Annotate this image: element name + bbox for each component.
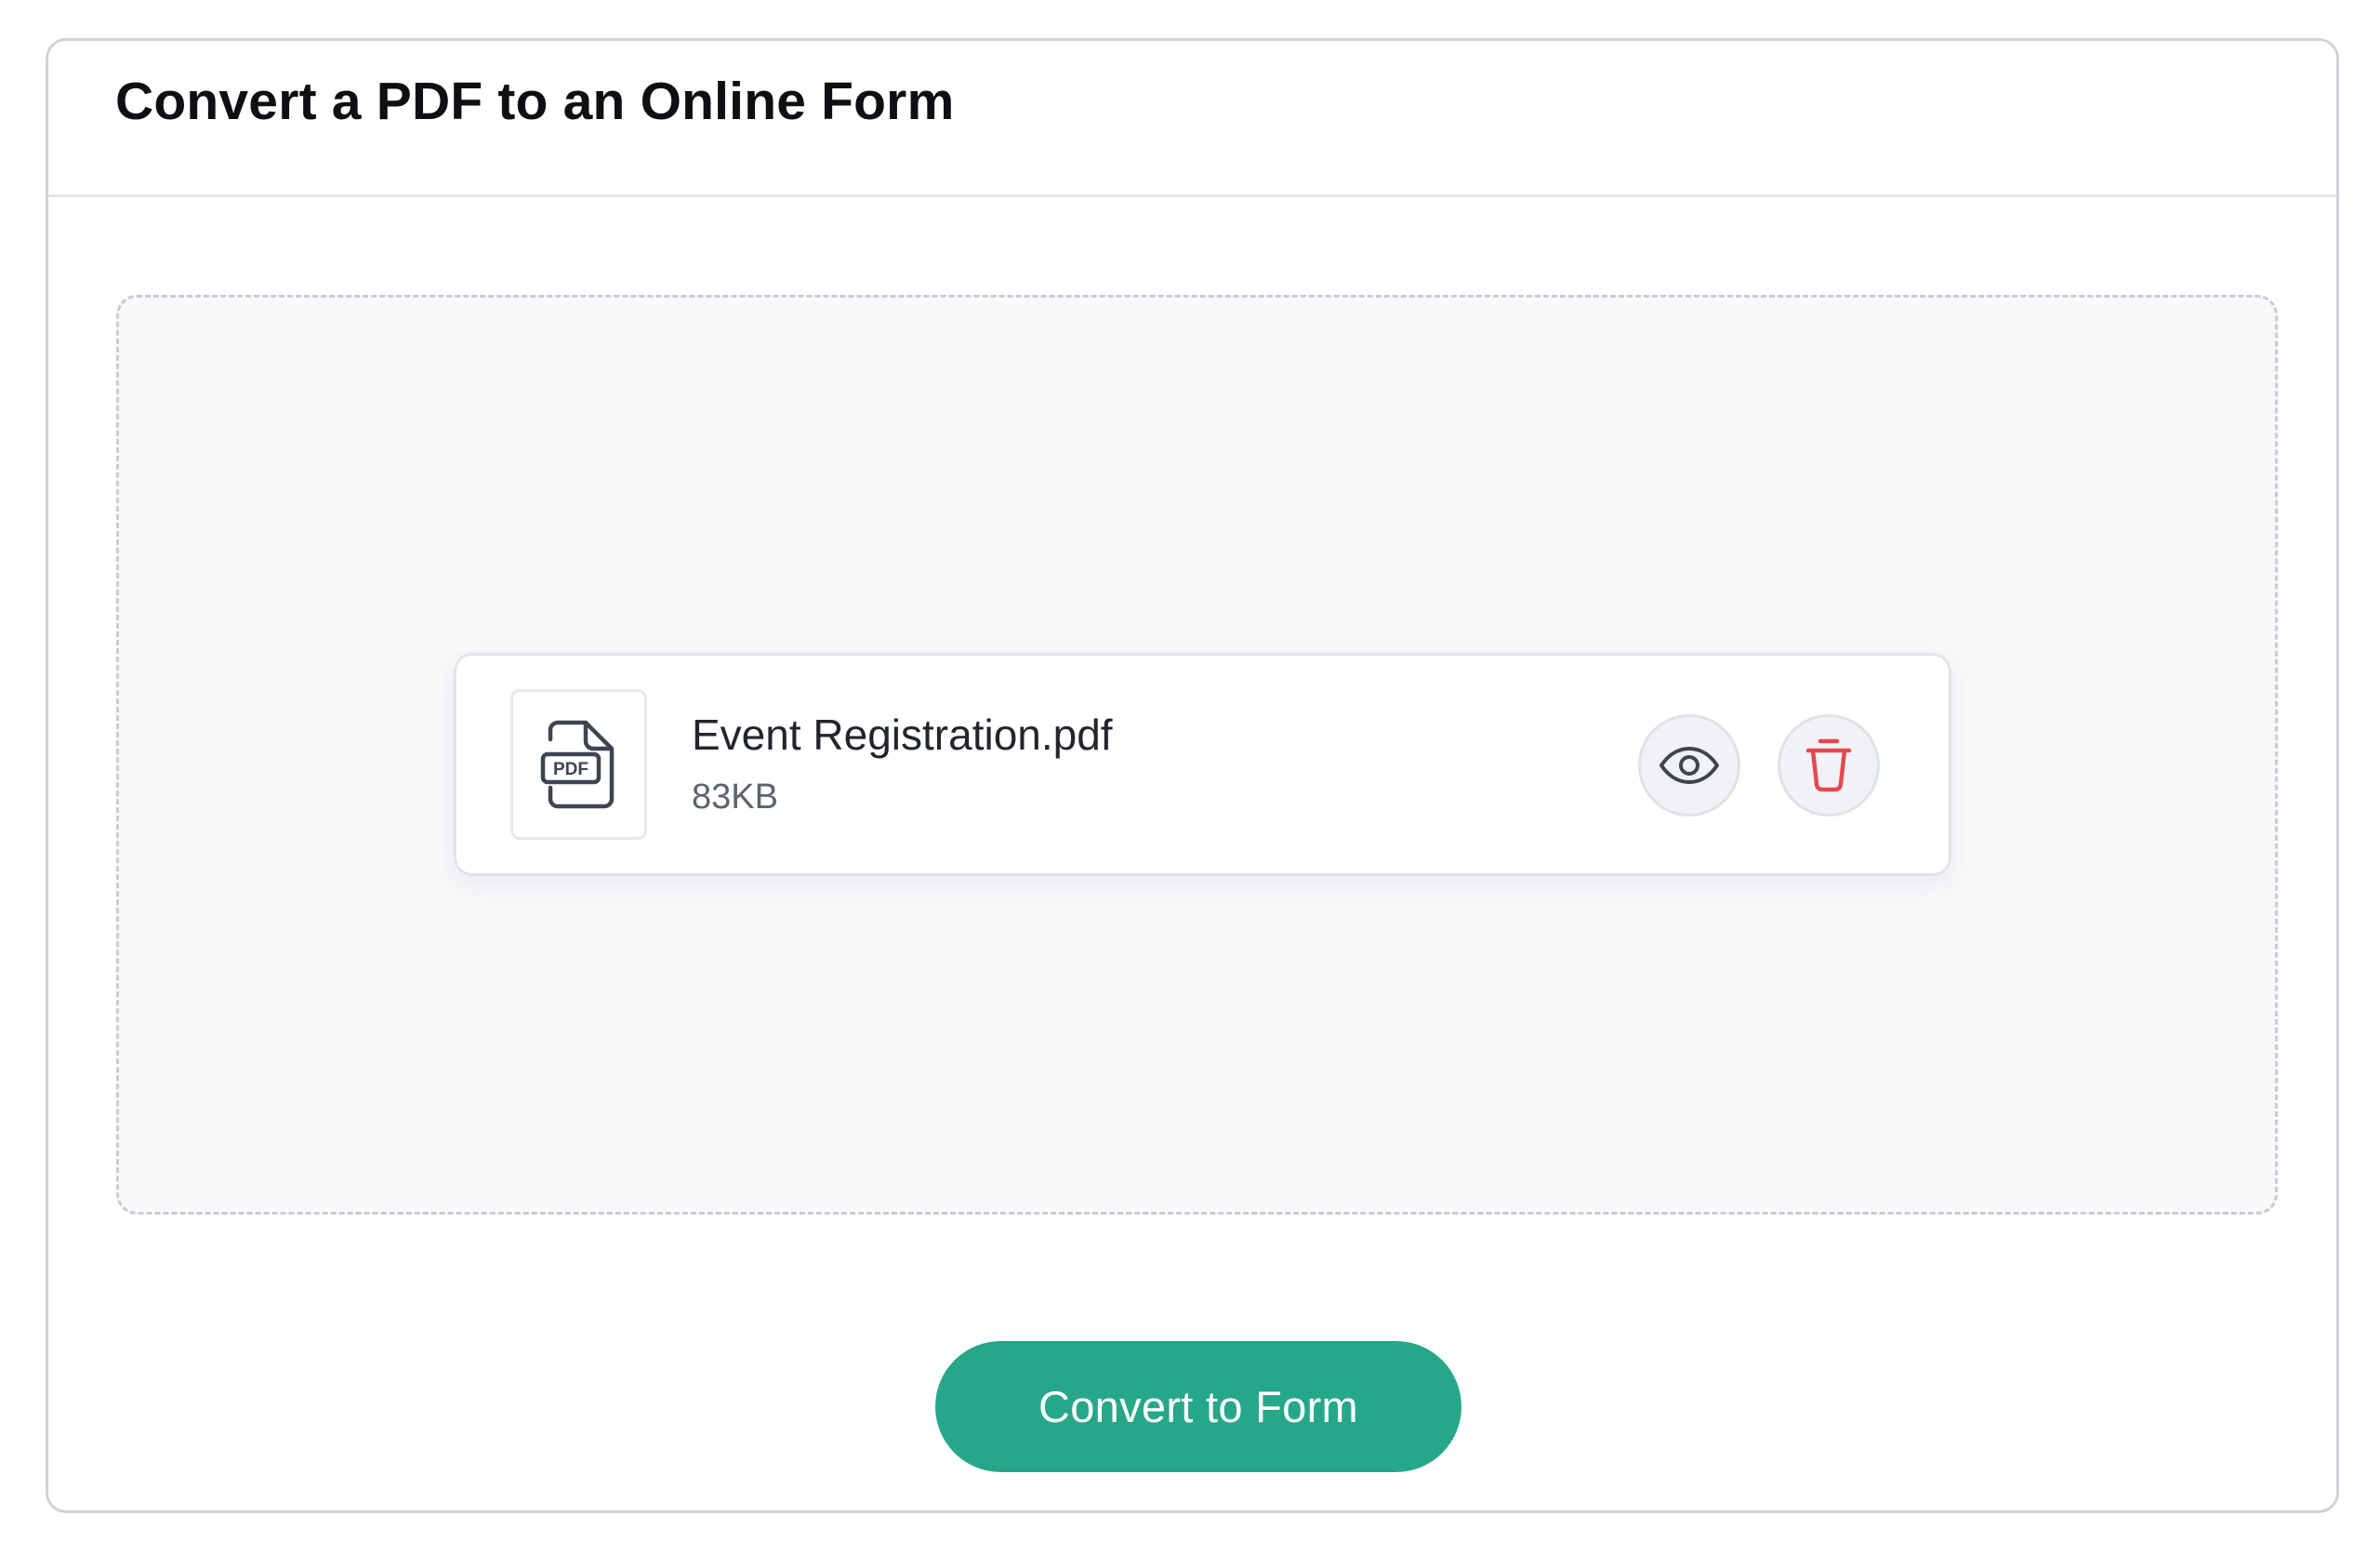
convert-pdf-panel: Convert a PDF to an Online Form PDF Even…	[46, 38, 2339, 1513]
file-size: 83KB	[692, 777, 778, 817]
panel-header: Convert a PDF to an Online Form	[48, 41, 2336, 197]
file-name: Event Registration.pdf	[692, 711, 1113, 759]
page-title: Convert a PDF to an Online Form	[115, 72, 955, 131]
pdf-file-icon: PDF	[540, 720, 614, 809]
uploaded-file-card: PDF Event Registration.pdf 83KB	[454, 653, 1951, 876]
file-thumbnail: PDF	[510, 689, 647, 840]
delete-file-button[interactable]	[1778, 714, 1880, 817]
trash-icon	[1805, 738, 1852, 792]
eye-icon	[1659, 747, 1719, 784]
preview-file-button[interactable]	[1638, 714, 1740, 817]
pdf-badge-label: PDF	[553, 760, 588, 779]
convert-to-form-button[interactable]: Convert to Form	[935, 1341, 1461, 1472]
file-dropzone[interactable]: PDF Event Registration.pdf 83KB	[116, 295, 2278, 1215]
